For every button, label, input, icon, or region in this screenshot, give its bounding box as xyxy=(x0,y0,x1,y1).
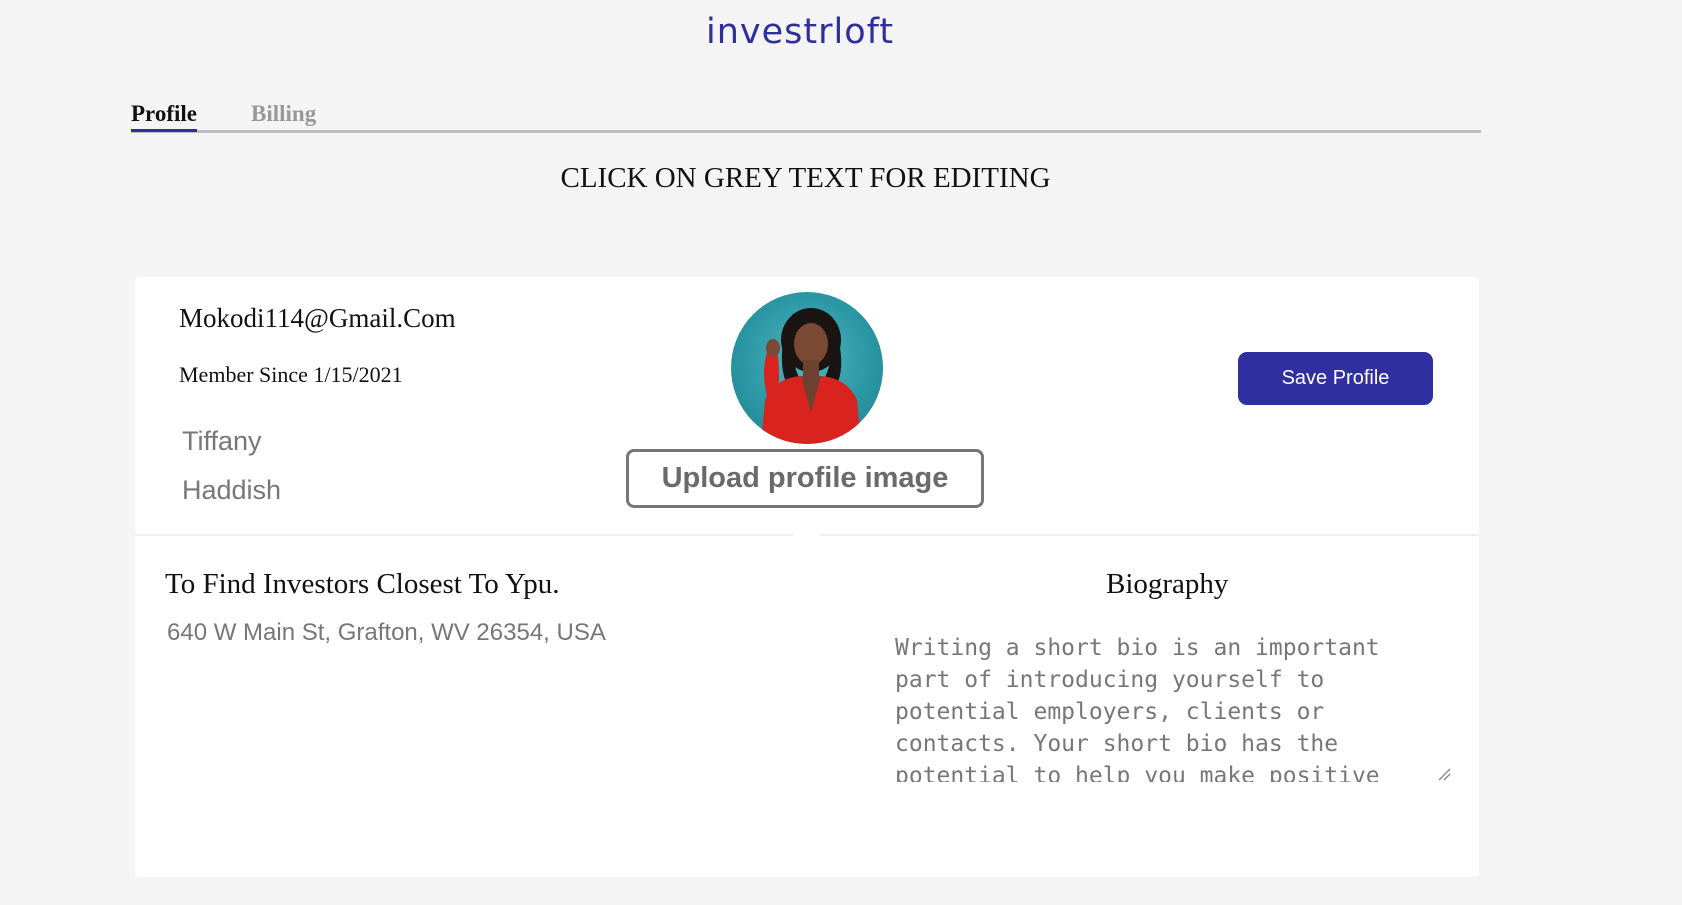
section-divider-right xyxy=(820,534,1479,536)
member-since: Member Since 1/15/2021 xyxy=(179,362,403,387)
location-heading: To Find Investors Closest To Ypu. xyxy=(165,568,560,600)
resize-grip-icon[interactable] xyxy=(1437,767,1451,781)
address-field[interactable]: 640 W Main St, Grafton, WV 26354, USA xyxy=(167,619,606,647)
tab-bar: Profile Billing xyxy=(131,100,1481,133)
tab-billing[interactable]: Billing xyxy=(251,100,316,128)
profile-photo xyxy=(761,308,861,444)
biography-heading: Biography xyxy=(1106,568,1229,600)
tab-profile[interactable]: Profile xyxy=(131,100,197,132)
section-divider-left xyxy=(135,534,793,536)
editing-instruction: CLICK ON GREY TEXT FOR EDITING xyxy=(560,162,1051,194)
brand-logo: investrloft xyxy=(706,12,895,52)
last-name-field[interactable]: Haddish xyxy=(182,475,281,506)
avatar xyxy=(731,292,883,444)
first-name-field[interactable]: Tiffany xyxy=(182,426,262,457)
upload-profile-image-button[interactable]: Upload profile image xyxy=(626,449,984,508)
account-email: Mokodi114@Gmail.Com xyxy=(179,303,456,333)
biography-textarea[interactable]: Writing a short bio is an important part… xyxy=(895,632,1455,782)
save-profile-button[interactable]: Save Profile xyxy=(1238,352,1433,405)
biography-text[interactable]: Writing a short bio is an important part… xyxy=(895,632,1425,782)
